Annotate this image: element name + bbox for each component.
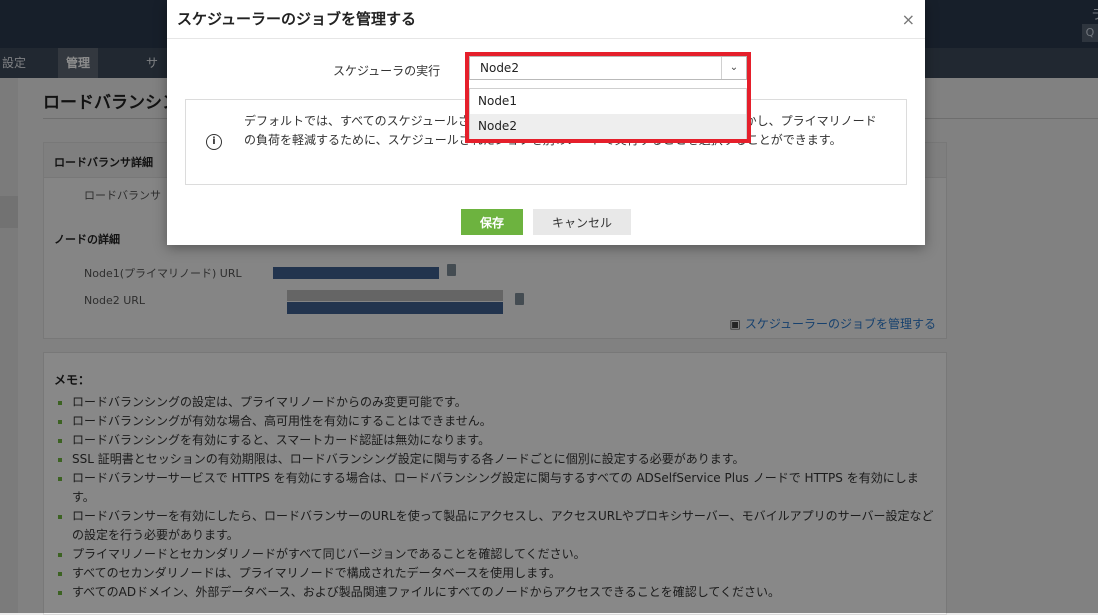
info-icon: i bbox=[206, 134, 222, 150]
save-button[interactable]: 保存 bbox=[461, 209, 523, 235]
dialog-title: スケジューラーのジョブを管理する bbox=[177, 10, 416, 28]
scheduler-run-label: スケジューラの実行 bbox=[333, 64, 441, 78]
highlight-outline bbox=[465, 52, 751, 143]
dialog-header: スケジューラーのジョブを管理する × bbox=[167, 0, 925, 39]
close-icon[interactable]: × bbox=[902, 10, 915, 29]
cancel-button[interactable]: キャンセル bbox=[533, 209, 631, 235]
